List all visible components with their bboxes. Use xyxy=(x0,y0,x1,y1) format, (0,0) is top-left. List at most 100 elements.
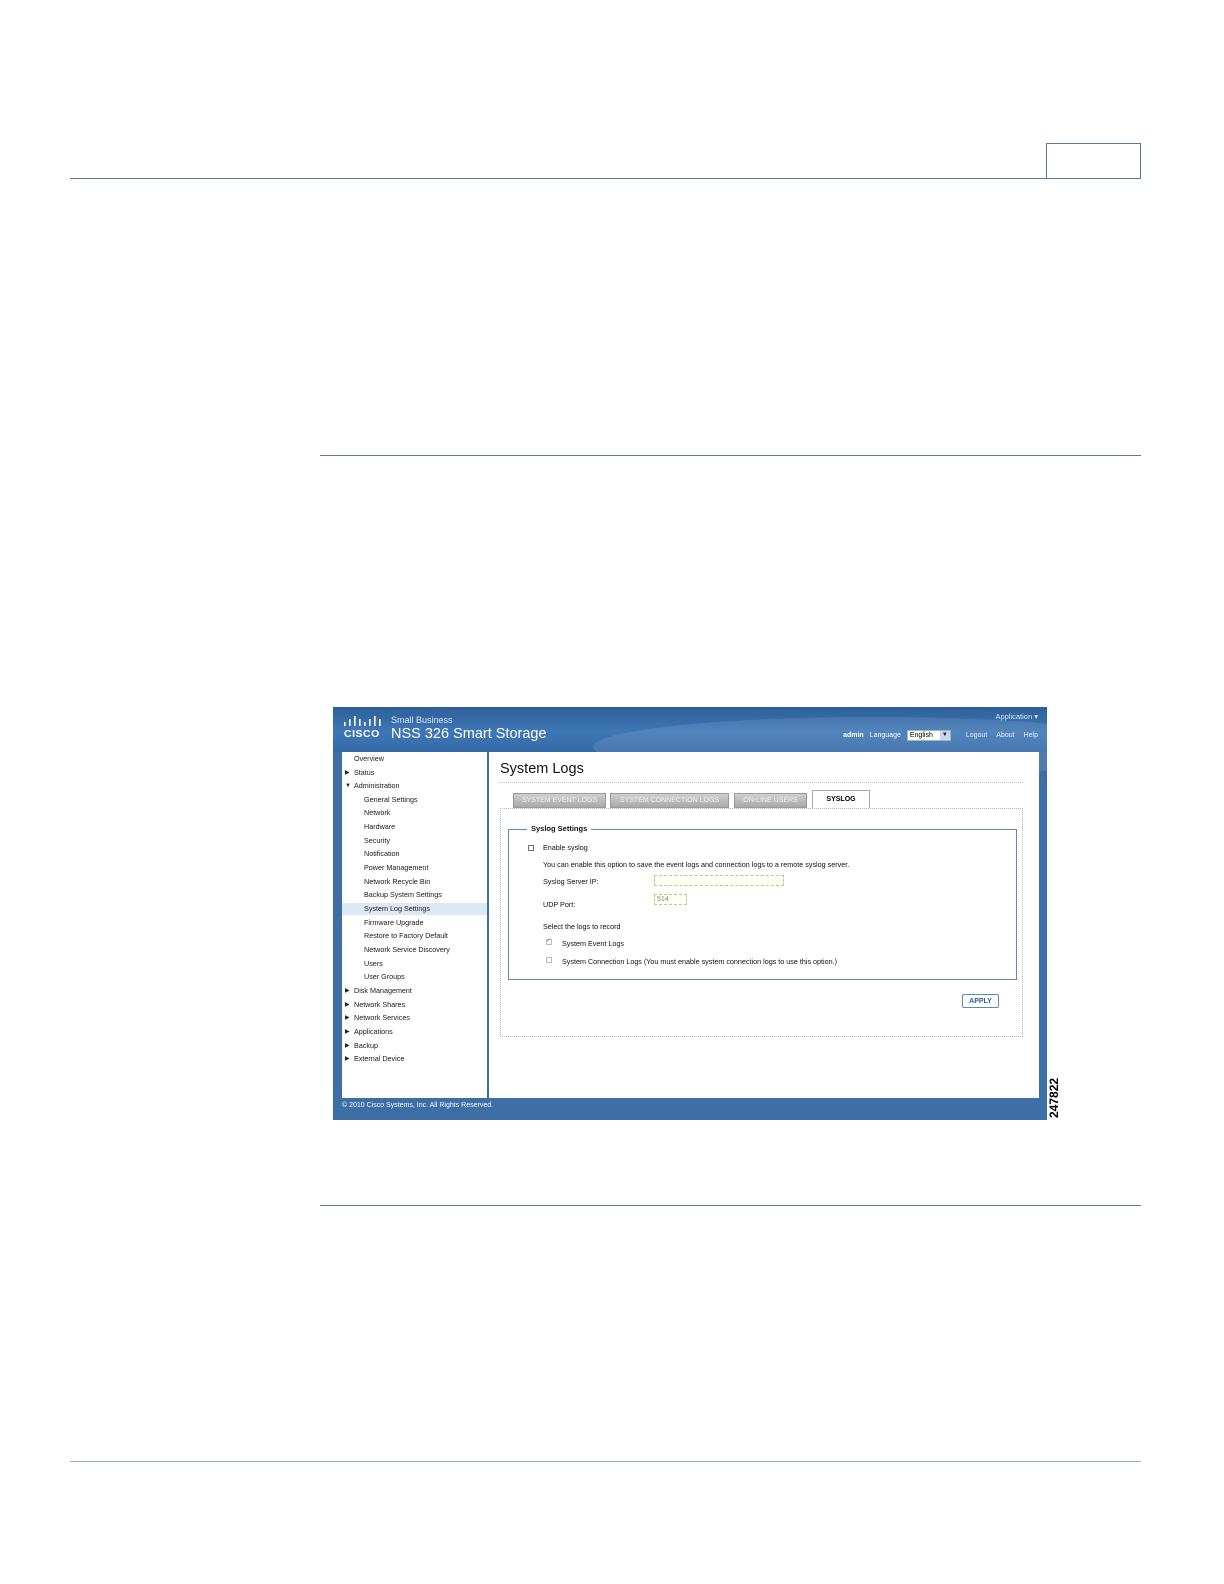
sidebar-item-label: User Groups xyxy=(364,972,405,981)
enable-syslog-label: Enable syslog xyxy=(543,843,588,852)
triangle-right-icon[interactable]: ▶ xyxy=(345,767,350,779)
sidebar-item-notification[interactable]: Notification xyxy=(342,848,487,860)
help-link[interactable]: Help xyxy=(1024,732,1038,739)
sidebar-nav: Overview ▶ Status ▼ Administration General… xyxy=(342,752,489,1098)
sidebar-item-label: Security xyxy=(364,836,390,845)
sidebar-item-disk-management[interactable]: ▶ Disk Management xyxy=(342,985,487,997)
sidebar-item-label: Network Services xyxy=(354,1013,410,1022)
triangle-right-icon[interactable]: ▶ xyxy=(345,1012,350,1024)
triangle-down-icon[interactable]: ▼ xyxy=(345,780,351,792)
tab-online-users[interactable]: ON-LINE USERS xyxy=(734,793,807,808)
triangle-right-icon[interactable]: ▶ xyxy=(345,1040,350,1052)
sidebar-item-label: Network Service Discovery xyxy=(364,945,450,954)
syslog-tab-panel: Syslog Settings Enable syslog You can en… xyxy=(500,808,1023,1037)
syslog-description: You can enable this option to save the e… xyxy=(543,860,850,869)
sidebar-item-label: Firmware Upgrade xyxy=(364,918,424,927)
sidebar-item-hardware[interactable]: Hardware xyxy=(342,821,487,833)
syslog-server-ip-input[interactable] xyxy=(654,875,784,886)
nss-ui-screenshot: CISCO Small Business NSS 326 Smart Stora… xyxy=(333,707,1047,1120)
sidebar-item-network-recycle-bin[interactable]: Network Recycle Bin xyxy=(342,876,487,888)
section-rule-top xyxy=(320,455,1141,456)
system-connection-logs-label: System Connection Logs (You must enable … xyxy=(562,957,838,966)
udp-port-input[interactable]: 514 xyxy=(654,894,687,905)
figure-id: 247822 xyxy=(1047,1077,1061,1118)
language-value: English xyxy=(909,731,933,739)
triangle-right-icon[interactable]: ▶ xyxy=(345,985,350,997)
language-select[interactable]: English ▼ xyxy=(906,729,951,741)
chevron-down-icon[interactable]: ▼ xyxy=(939,730,950,740)
sidebar-item-network-shares[interactable]: ▶ Network Shares xyxy=(342,999,487,1011)
sidebar-item-label: Hardware xyxy=(364,822,396,831)
sidebar-item-overview[interactable]: Overview xyxy=(342,753,487,765)
udp-port-label: UDP Port: xyxy=(543,900,576,909)
sidebar-item-network-services[interactable]: ▶ Network Services xyxy=(342,1012,487,1024)
section-rule-bottom xyxy=(320,1205,1141,1206)
sidebar-item-user-groups[interactable]: User Groups xyxy=(342,971,487,983)
sidebar-item-external-device[interactable]: ▶ External Device xyxy=(342,1053,487,1065)
sidebar-item-administration[interactable]: ▼ Administration xyxy=(342,780,487,792)
sidebar-item-power-management[interactable]: Power Management xyxy=(342,862,487,874)
chapter-tab-box xyxy=(1046,143,1141,178)
product-title: NSS 326 Smart Storage xyxy=(391,726,547,742)
brand-subtitle: Small Business xyxy=(391,715,453,725)
system-event-logs-checkbox[interactable] xyxy=(546,936,552,945)
sidebar-item-label: Overview xyxy=(354,754,384,763)
sidebar-item-label: Backup xyxy=(354,1041,378,1050)
triangle-right-icon[interactable]: ▶ xyxy=(345,1053,350,1065)
copyright-footer: © 2010 Cisco Systems, Inc. All Rights Re… xyxy=(342,1102,494,1109)
sidebar-item-firmware-upgrade[interactable]: Firmware Upgrade xyxy=(342,917,487,929)
triangle-right-icon[interactable]: ▶ xyxy=(345,999,350,1011)
sidebar-item-network-service-discovery[interactable]: Network Service Discovery xyxy=(342,944,487,956)
select-logs-label: Select the logs to record xyxy=(543,922,621,931)
sidebar-item-network[interactable]: Network xyxy=(342,807,487,819)
enable-syslog-checkbox[interactable] xyxy=(528,845,534,851)
sidebar-item-label: Network Shares xyxy=(354,1000,406,1009)
tab-syslog[interactable]: SYSLOG xyxy=(812,790,870,808)
top-rule xyxy=(70,178,1141,179)
sidebar-item-label: Applications xyxy=(354,1027,393,1036)
sidebar-item-system-log-settings[interactable]: System Log Settings xyxy=(342,903,487,915)
system-event-logs-label: System Event Logs xyxy=(562,939,624,948)
page-title: System Logs xyxy=(500,761,584,777)
sidebar-item-label: Backup System Settings xyxy=(364,890,442,899)
sidebar-item-label: Restore to Factory Default xyxy=(364,931,448,940)
syslog-server-ip-label: Syslog Server IP: xyxy=(543,877,599,886)
sidebar-item-label: Network Recycle Bin xyxy=(364,877,431,886)
logout-link[interactable]: Logout xyxy=(966,732,987,739)
application-menu[interactable]: Application ▾ xyxy=(995,712,1038,721)
sidebar-item-label: Power Management xyxy=(364,863,429,872)
sidebar-item-label: Administration xyxy=(354,781,400,790)
sidebar-item-backup[interactable]: ▶ Backup xyxy=(342,1040,487,1052)
language-label: Language xyxy=(869,731,901,739)
footer-rule xyxy=(70,1461,1141,1462)
sidebar-item-general-settings[interactable]: General Settings xyxy=(342,794,487,806)
main-content: System Logs SYSTEM EVENT LOGS SYSTEM CON… xyxy=(489,752,1039,1098)
sidebar-item-label: System Log Settings xyxy=(364,904,430,913)
cisco-logo-word: CISCO xyxy=(344,728,380,740)
about-link[interactable]: About xyxy=(996,732,1014,739)
sidebar-item-label: General Settings xyxy=(364,795,418,804)
tab-system-connection-logs[interactable]: SYSTEM CONNECTION LOGS xyxy=(610,793,729,808)
tab-system-event-logs[interactable]: SYSTEM EVENT LOGS xyxy=(513,793,606,808)
sidebar-item-label: Disk Management xyxy=(354,986,412,995)
sidebar-item-security[interactable]: Security xyxy=(342,835,487,847)
syslog-settings-legend: Syslog Settings xyxy=(527,824,592,833)
current-user: admin xyxy=(843,731,864,739)
sidebar-item-backup-system-settings[interactable]: Backup System Settings xyxy=(342,889,487,901)
sidebar-item-restore-factory-default[interactable]: Restore to Factory Default xyxy=(342,930,487,942)
sidebar-item-label: Notification xyxy=(364,849,400,858)
sidebar-item-applications[interactable]: ▶ Applications xyxy=(342,1026,487,1038)
triangle-right-icon[interactable]: ▶ xyxy=(345,1026,350,1038)
title-divider xyxy=(500,782,1023,783)
app-header: CISCO Small Business NSS 326 Smart Stora… xyxy=(333,707,1047,777)
sidebar-item-label: Users xyxy=(364,959,383,968)
system-connection-logs-checkbox[interactable] xyxy=(546,957,552,963)
apply-button[interactable]: APPLY xyxy=(962,994,999,1008)
sidebar-item-label: Network xyxy=(364,808,391,817)
sidebar-item-label: External Device xyxy=(354,1054,405,1063)
sidebar-item-status[interactable]: ▶ Status xyxy=(342,767,487,779)
syslog-settings-group: Syslog Settings Enable syslog You can en… xyxy=(508,824,1017,980)
sidebar-item-label: Status xyxy=(354,768,375,777)
header-user-bar: admin Language English ▼ Logout About He… xyxy=(843,729,1038,741)
sidebar-item-users[interactable]: Users xyxy=(342,958,487,970)
